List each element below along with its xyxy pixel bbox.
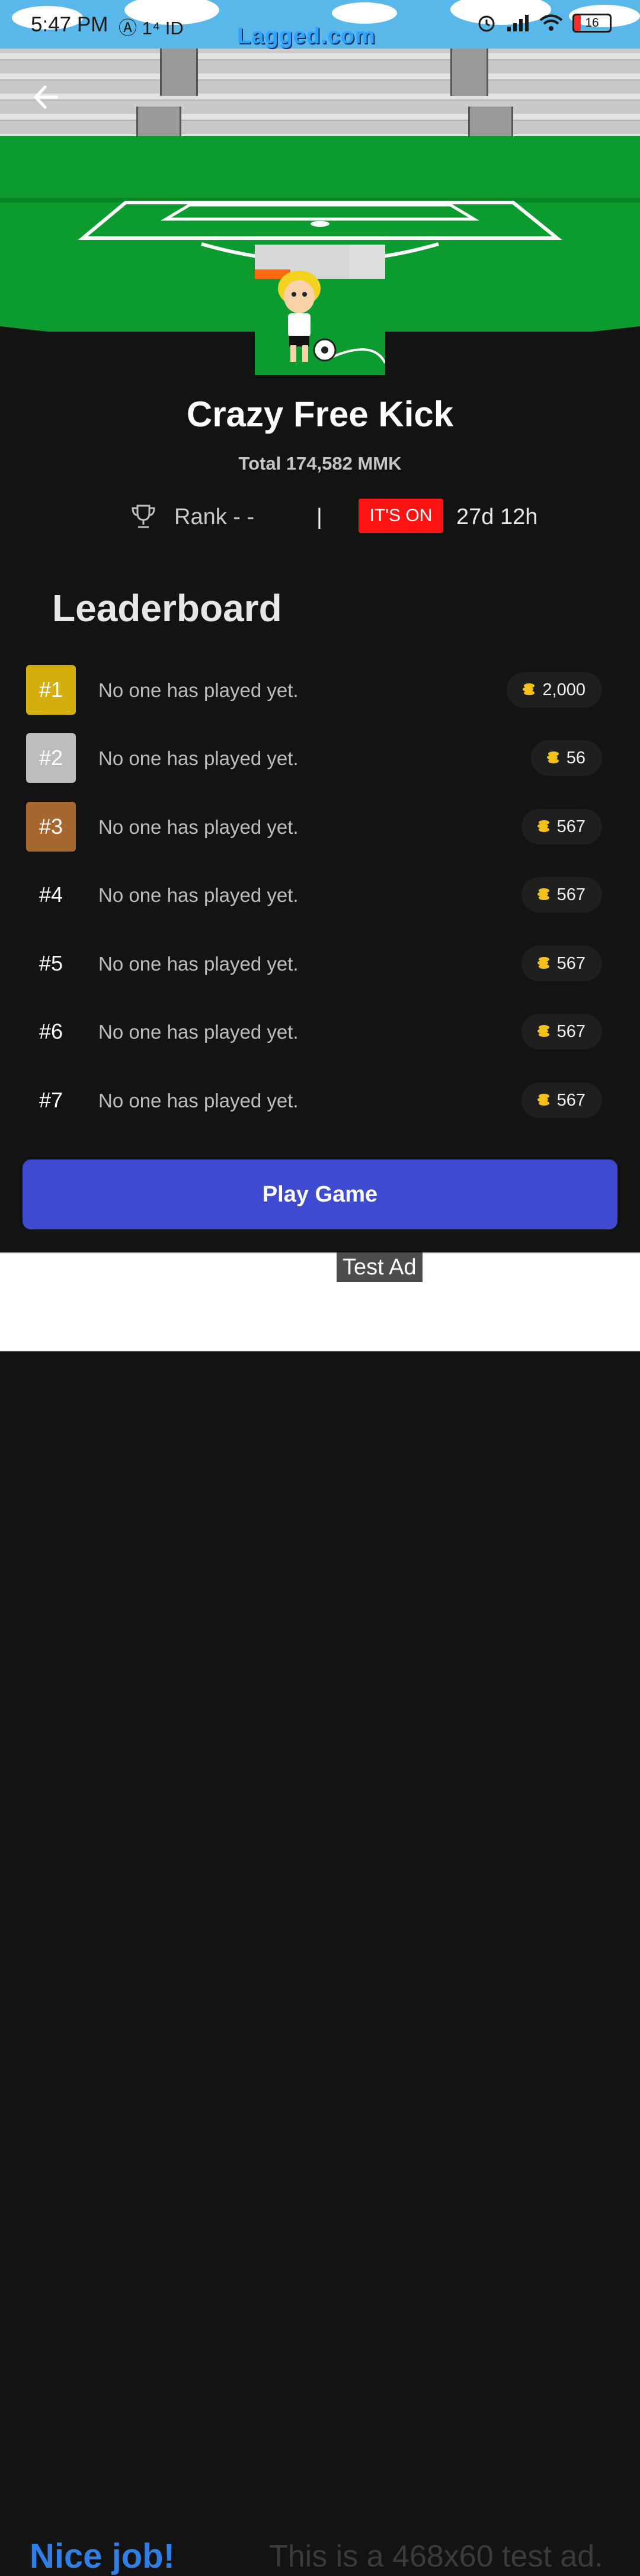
rank-badge: #5 [39, 951, 63, 975]
test-ad-banner[interactable]: Nice job! This is a 468x60 test ad. [0, 1252, 640, 2575]
game-character-image [255, 245, 385, 375]
player-name: No one has played yet. [98, 1021, 299, 1043]
game-title: Crazy Free Kick [186, 394, 454, 434]
leaderboard-row: #4 No one has played yet. 567 [26, 870, 602, 920]
trophy-icon [132, 505, 155, 528]
coin-stack-icon [537, 1094, 549, 1106]
stand-row [0, 114, 640, 121]
player-name: No one has played yet. [98, 1090, 299, 1112]
rank-badge: #1 [26, 665, 76, 715]
stairway [160, 49, 198, 96]
status-right-icons: 16 [476, 13, 612, 33]
stairway [450, 49, 488, 96]
coin-stack-icon [546, 751, 559, 763]
coin-stack-icon [537, 820, 549, 832]
prize-amount-pill: 567 [521, 877, 602, 913]
prize-amount: 2,000 [542, 680, 585, 699]
rank-badge: #7 [39, 1088, 63, 1112]
live-status-badge: IT'S ON [359, 499, 443, 533]
leaderboard-row: #2 No one has played yet. 56 [26, 733, 602, 783]
player-name: No one has played yet. [98, 884, 299, 906]
play-game-button[interactable]: Play Game [23, 1159, 617, 1229]
battery-icon: 16 [572, 14, 612, 33]
coin-stack-icon [523, 683, 535, 695]
prize-amount-pill: 567 [521, 946, 602, 981]
prize-amount-pill: 567 [521, 809, 602, 844]
prize-amount: 56 [566, 748, 585, 767]
ad-body: This is a 468x60 test ad. [269, 2539, 603, 2574]
leaderboard-row: #1 No one has played yet. 2,000 [26, 665, 602, 715]
player-name: No one has played yet. [98, 953, 299, 975]
rank-badge: #6 [39, 1019, 63, 1043]
stand-row [0, 53, 640, 60]
prize-amount: 567 [556, 1022, 585, 1041]
prize-amount: 567 [556, 885, 585, 904]
leaderboard-row: #7 No one has played yet. 567 [26, 1075, 602, 1125]
notification-icons: Ⓐ 1⁴ ID [119, 18, 184, 38]
prize-amount-pill: 2,000 [507, 672, 602, 708]
rank-badge: #3 [26, 802, 76, 852]
player-name: No one has played yet. [98, 747, 299, 769]
prize-amount-pill: 567 [521, 1083, 602, 1118]
wifi-icon [539, 14, 563, 31]
coin-stack-icon [537, 888, 549, 900]
signal-icon [507, 15, 529, 31]
separator: | [316, 505, 322, 529]
player-name: No one has played yet. [98, 679, 299, 701]
game-thumbnail [255, 245, 385, 375]
site-logo: Lagged.com [237, 24, 376, 49]
leaderboard-row: #5 No one has played yet. 567 [26, 939, 602, 988]
prize-amount: 567 [556, 817, 585, 836]
leaderboard-heading: Leaderboard [52, 587, 282, 629]
prize-amount: 567 [556, 953, 585, 973]
stand-row [0, 94, 640, 101]
status-time: 5:47 PM [31, 13, 108, 36]
prize-amount: 567 [556, 1090, 585, 1110]
time-remaining: 27d 12h [456, 505, 538, 529]
test-ad-label: Test Ad [337, 1252, 423, 1282]
ad-headline: Nice job! [30, 2537, 175, 2575]
alarm-icon [478, 15, 495, 32]
leaderboard-row: #6 No one has played yet. 567 [26, 1007, 602, 1056]
stand-row [0, 73, 640, 81]
rank-badge: #4 [39, 882, 63, 907]
arrow-left-icon[interactable] [31, 82, 62, 113]
coin-stack-icon [537, 957, 549, 969]
prize-amount-pill: 567 [521, 1014, 602, 1049]
leaderboard-row: #3 No one has played yet. 567 [26, 802, 602, 852]
prize-pool-total: Total 174,582 MMK [238, 453, 402, 474]
rank-status-row: Rank - - | IT'S ON 27d 12h [0, 496, 640, 535]
prize-amount-pill: 56 [530, 740, 602, 776]
user-rank: Rank - - [174, 505, 255, 529]
rank-badge: #2 [26, 733, 76, 783]
coin-stack-icon [537, 1025, 549, 1037]
player-name: No one has played yet. [98, 816, 299, 838]
